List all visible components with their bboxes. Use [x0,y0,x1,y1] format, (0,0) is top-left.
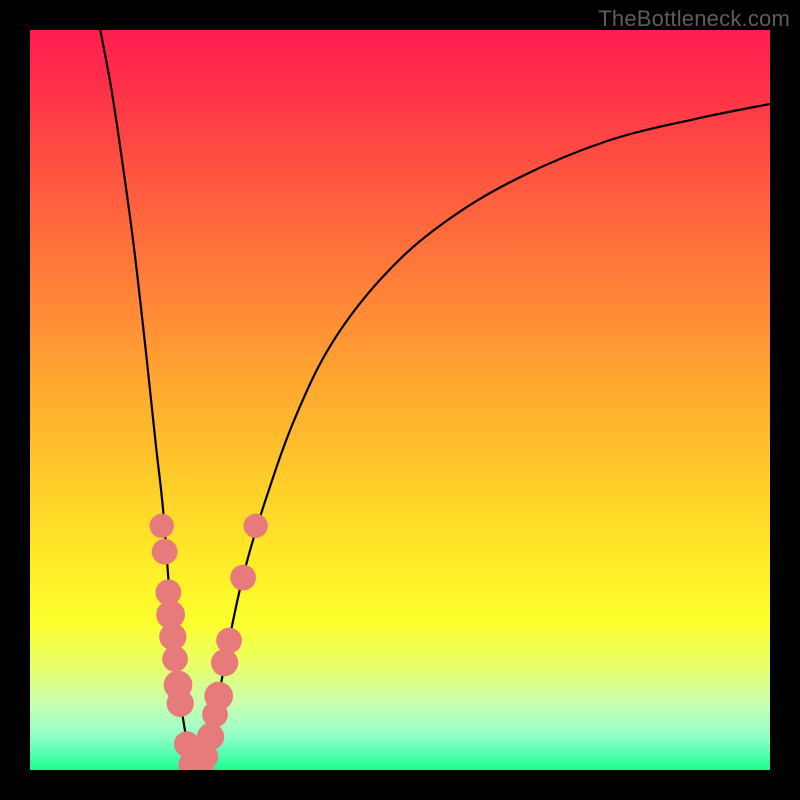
curve-marker [152,539,178,565]
curve-marker [204,682,233,711]
curve-marker [211,649,238,676]
curve-marker [197,723,224,750]
curve-marker [162,646,188,672]
chart-frame: TheBottleneck.com [0,0,800,800]
curve-marker [167,690,194,717]
bottleneck-curve [30,30,770,770]
curve-marker [216,628,242,654]
curve-marker [150,514,174,538]
curve-marker [230,565,256,591]
watermark-text: TheBottleneck.com [598,6,790,32]
curve-marker [244,514,268,538]
chart-plot-area [30,30,770,770]
